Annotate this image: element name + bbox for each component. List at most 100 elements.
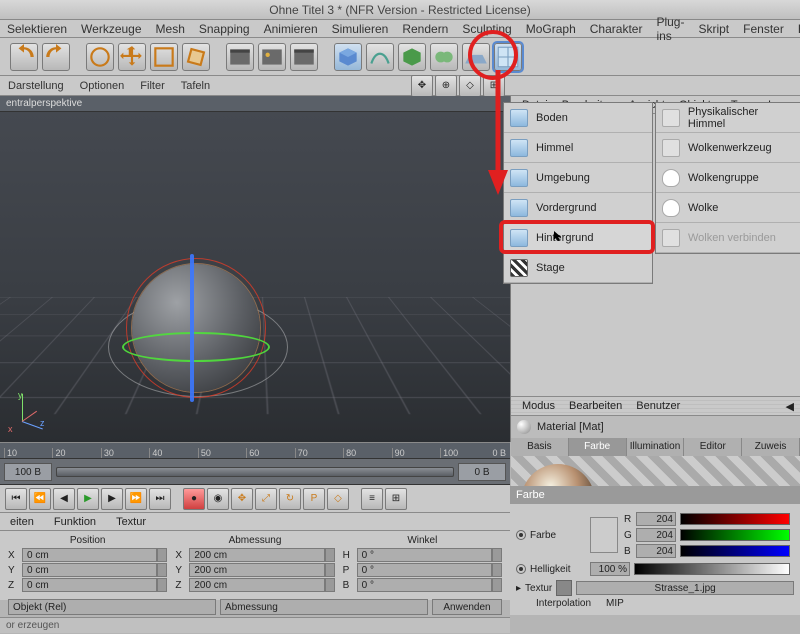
prev-key-button[interactable]: ⏪ bbox=[29, 488, 51, 510]
menu-skript[interactable]: Skript bbox=[691, 22, 736, 36]
menu-simulieren[interactable]: Simulieren bbox=[325, 22, 396, 36]
frame-current-field[interactable]: 0 B bbox=[458, 463, 506, 481]
environment-primitive[interactable] bbox=[462, 43, 490, 71]
helligkeit-value[interactable]: 100 % bbox=[590, 562, 630, 576]
view-filter[interactable]: Filter bbox=[132, 80, 172, 92]
spinner[interactable] bbox=[325, 578, 335, 592]
size-y-input[interactable]: 200 cm bbox=[189, 563, 324, 577]
next-frame-button[interactable]: ▶ bbox=[101, 488, 123, 510]
view-optionen[interactable]: Optionen bbox=[72, 80, 133, 92]
coord-space-select[interactable]: Objekt (Rel) bbox=[8, 599, 216, 615]
menu-mesh[interactable]: Mesh bbox=[149, 22, 192, 36]
key-rot-button[interactable]: ↻ bbox=[279, 488, 301, 510]
generator-primitive[interactable] bbox=[398, 43, 426, 71]
menu-selektieren[interactable]: Selektieren bbox=[0, 22, 74, 36]
view-nav-icon[interactable]: ⊕ bbox=[435, 75, 457, 97]
timeline-track[interactable] bbox=[56, 467, 454, 477]
goto-start-button[interactable]: ⏮ bbox=[5, 488, 27, 510]
helligkeit-radio[interactable] bbox=[516, 564, 526, 574]
undo-button[interactable] bbox=[10, 43, 38, 71]
rot-h-input[interactable]: 0 ° bbox=[357, 548, 492, 562]
mode-button2[interactable]: ⊞ bbox=[385, 488, 407, 510]
helligkeit-slider[interactable] bbox=[634, 563, 790, 575]
menu-hilfe[interactable]: Hilfe bbox=[791, 22, 800, 36]
deformer-primitive[interactable] bbox=[430, 43, 458, 71]
pos-z-input[interactable]: 0 cm bbox=[22, 578, 157, 592]
rotate-gizmo-x[interactable] bbox=[126, 258, 266, 398]
cube-primitive[interactable] bbox=[334, 43, 362, 71]
key-pla-button[interactable]: ◇ bbox=[327, 488, 349, 510]
rot-p-input[interactable]: 0 ° bbox=[357, 563, 492, 577]
coord-dim-select[interactable]: Abmessung bbox=[220, 599, 428, 615]
menu-fenster[interactable]: Fenster bbox=[736, 22, 791, 36]
dd-stage[interactable]: Stage bbox=[504, 253, 652, 283]
timeline-ruler[interactable]: 102030405060708090100 0 B bbox=[0, 443, 510, 459]
r-slider[interactable] bbox=[680, 513, 790, 525]
frame-end-field-a[interactable]: 0 B bbox=[493, 448, 507, 458]
3d-viewport[interactable]: y z x bbox=[0, 112, 510, 442]
tab-eiten[interactable]: eiten bbox=[0, 513, 44, 530]
tab-funktion[interactable]: Funktion bbox=[44, 513, 106, 530]
pos-y-input[interactable]: 0 cm bbox=[22, 563, 157, 577]
render-settings-button[interactable] bbox=[290, 43, 318, 71]
dd-wolkengruppe[interactable]: Wolkengruppe bbox=[656, 163, 800, 193]
rot-b-input[interactable]: 0 ° bbox=[357, 578, 492, 592]
spinner[interactable] bbox=[157, 578, 167, 592]
dd-umgebung[interactable]: Umgebung bbox=[504, 163, 652, 193]
spinner[interactable] bbox=[157, 548, 167, 562]
view-darstellung[interactable]: Darstellung bbox=[0, 80, 72, 92]
autokey-button[interactable]: ◉ bbox=[207, 488, 229, 510]
menu-snapping[interactable]: Snapping bbox=[192, 22, 257, 36]
color-swatch[interactable] bbox=[590, 517, 618, 553]
b-slider[interactable] bbox=[680, 545, 790, 557]
spinner[interactable] bbox=[157, 563, 167, 577]
dd-phys-himmel[interactable]: Physikalischer Himmel bbox=[656, 103, 800, 133]
dd-wolkenwerkzeug[interactable]: Wolkenwerkzeug bbox=[656, 133, 800, 163]
tab-zuweisen[interactable]: Zuweis bbox=[742, 438, 800, 456]
dd-boden[interactable]: Boden bbox=[504, 103, 652, 133]
menu-plugins[interactable]: Plug-ins bbox=[649, 15, 691, 43]
am-bearbeiten[interactable]: Bearbeiten bbox=[562, 400, 629, 412]
spinner[interactable] bbox=[492, 548, 502, 562]
spinner[interactable] bbox=[492, 563, 502, 577]
next-key-button[interactable]: ⏩ bbox=[125, 488, 147, 510]
b-value[interactable]: 204 bbox=[636, 544, 676, 558]
pos-x-input[interactable]: 0 cm bbox=[22, 548, 157, 562]
spinner[interactable] bbox=[325, 563, 335, 577]
menu-werkzeuge[interactable]: Werkzeuge bbox=[74, 22, 148, 36]
dd-hintergrund[interactable]: Hintergrund bbox=[504, 223, 652, 253]
render-pict-button[interactable] bbox=[258, 43, 286, 71]
floor-sky-primitive[interactable] bbox=[494, 43, 522, 71]
dd-vordergrund[interactable]: Vordergrund bbox=[504, 193, 652, 223]
size-x-input[interactable]: 200 cm bbox=[189, 548, 324, 562]
tab-editor[interactable]: Editor bbox=[684, 438, 742, 456]
am-benutzer[interactable]: Benutzer bbox=[629, 400, 687, 412]
scale-tool[interactable] bbox=[150, 43, 178, 71]
am-modus[interactable]: Modus bbox=[515, 400, 562, 412]
goto-end-button[interactable]: ⏭ bbox=[149, 488, 171, 510]
spinner[interactable] bbox=[492, 578, 502, 592]
record-button[interactable]: ● bbox=[183, 488, 205, 510]
select-tool[interactable] bbox=[86, 43, 114, 71]
key-param-button[interactable]: P bbox=[303, 488, 325, 510]
view-nav-icon[interactable]: ✥ bbox=[411, 75, 433, 97]
move-tool[interactable] bbox=[118, 43, 146, 71]
coord-apply-button[interactable]: Anwenden bbox=[432, 599, 502, 615]
play-button[interactable]: ▶ bbox=[77, 488, 99, 510]
menu-charakter[interactable]: Charakter bbox=[583, 22, 650, 36]
tab-illumination[interactable]: Illumination bbox=[627, 438, 685, 456]
view-nav-icon[interactable]: ⊞ bbox=[483, 75, 505, 97]
tab-basis[interactable]: Basis bbox=[511, 438, 569, 456]
textur-thumbnail[interactable] bbox=[556, 580, 572, 596]
menu-animieren[interactable]: Animieren bbox=[257, 22, 325, 36]
frame-range-field[interactable]: 100 B bbox=[4, 463, 52, 481]
prev-frame-button[interactable]: ◀ bbox=[53, 488, 75, 510]
tab-farbe[interactable]: Farbe bbox=[569, 438, 627, 456]
object-manager-body[interactable]: Boden Himmel Umgebung Vordergrund Hinter… bbox=[511, 114, 800, 394]
rotate-gizmo-z[interactable] bbox=[190, 254, 194, 402]
view-tafeln[interactable]: Tafeln bbox=[173, 80, 218, 92]
spinner[interactable] bbox=[325, 548, 335, 562]
key-pos-button[interactable]: ✥ bbox=[231, 488, 253, 510]
g-slider[interactable] bbox=[680, 529, 790, 541]
spline-primitive[interactable] bbox=[366, 43, 394, 71]
